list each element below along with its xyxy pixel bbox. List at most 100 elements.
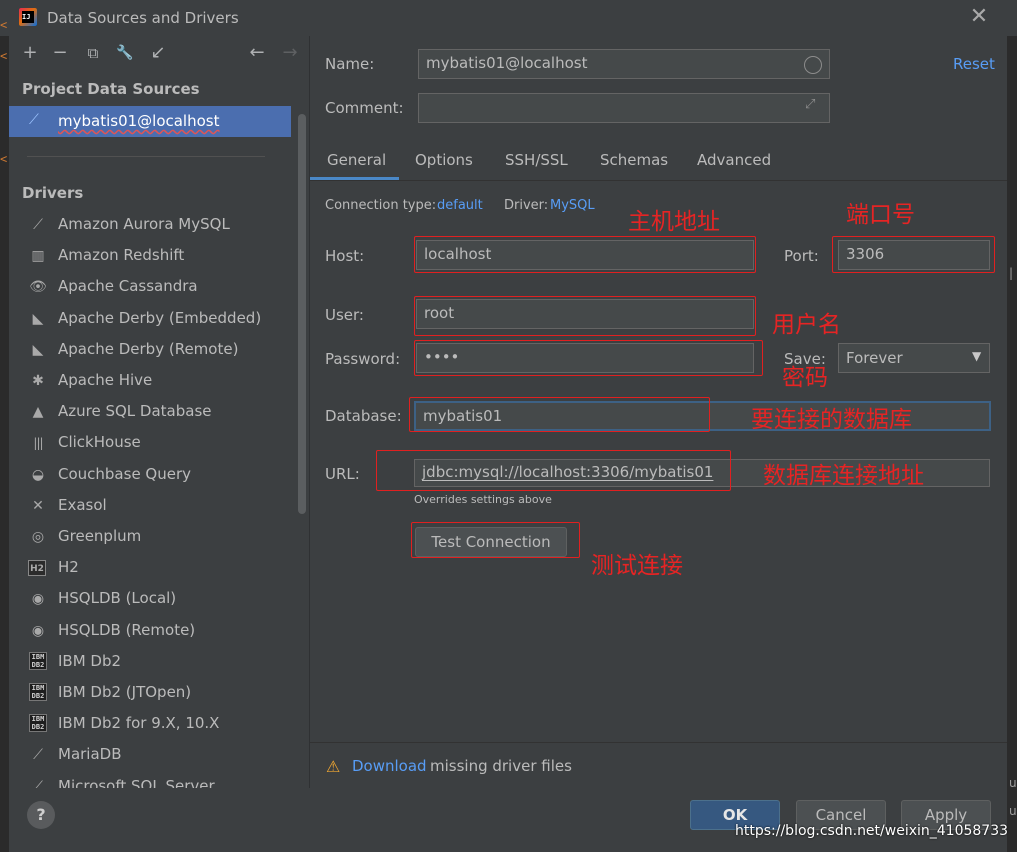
data-source-label: mybatis01@localhost (58, 112, 220, 130)
annotation-box-database (409, 397, 710, 432)
close-icon[interactable]: ✕ (968, 6, 990, 28)
driver-item[interactable]: ⟋ Amazon Aurora MySQL (9, 210, 299, 241)
mssql-icon: ⟋ (33, 778, 43, 788)
comment-field[interactable] (418, 93, 830, 123)
icon-glyph: IBM DB2 (29, 651, 47, 670)
annotation-password: 密码 (782, 365, 828, 391)
driver-label: IBM Db2 for 9.X, 10.X (58, 714, 220, 733)
tab-general[interactable]: General (327, 151, 386, 169)
active-tab-indicator (310, 177, 399, 180)
data-source-item[interactable]: ⟋ mybatis01@localhost (9, 106, 291, 137)
annotation-test: 测试连接 (591, 553, 683, 579)
wrench-icon[interactable]: 🔧 (114, 42, 136, 64)
driver-item[interactable]: ✱ Apache Hive (9, 366, 299, 397)
import-icon[interactable]: ↙ (147, 42, 169, 64)
driver-label: Microsoft SQL Server (58, 776, 215, 788)
driver-item[interactable]: IBM DB2 IBM Db2 (JTOpen) (9, 678, 299, 709)
save-select[interactable]: Forever (838, 343, 990, 373)
name-field[interactable]: mybatis01@localhost (418, 49, 830, 79)
driver-item[interactable]: ⟋ Microsoft SQL Server (9, 772, 299, 788)
scrollbar-thumb[interactable] (298, 114, 306, 514)
driver-item[interactable]: ▥ Amazon Redshift (9, 241, 299, 272)
tab-schemas[interactable]: Schemas (600, 151, 668, 169)
driver-label: Exasol (58, 495, 107, 514)
password-label: Password: (325, 350, 401, 368)
hive-icon: ✱ (32, 373, 44, 389)
driver-link[interactable]: MySQL (550, 198, 595, 213)
driver-item[interactable]: ▲ Azure SQL Database (9, 397, 299, 428)
driver-label: Azure SQL Database (58, 402, 212, 421)
ibm-db2-icon: IBM DB2 (28, 651, 48, 672)
duplicate-icon[interactable]: ⧉ (82, 42, 104, 64)
watermark: https://blog.csdn.net/weixin_41058733 (735, 823, 1009, 839)
driver-item[interactable]: 👁 Apache Cassandra (9, 272, 299, 303)
driver-item[interactable]: ✕ Exasol (9, 491, 299, 522)
tab-advanced[interactable]: Advanced (697, 151, 771, 169)
driver-label: ClickHouse (58, 433, 141, 452)
annotation-host: 主机地址 (628, 209, 720, 235)
redshift-icon: ▥ (31, 248, 45, 265)
color-circle-icon[interactable] (804, 56, 822, 74)
tab-options[interactable]: Options (415, 151, 473, 169)
ibm-db2-icon: IBM DB2 (28, 683, 48, 703)
driver-item[interactable]: IBM DB2 IBM Db2 for 9.X, 10.X (9, 709, 299, 740)
user-label: User: (325, 306, 364, 324)
connection-type-label: Connection type: (325, 198, 437, 213)
data-sources-dialog: IJ Data Sources and Drivers ✕ < < < + − … (0, 0, 1017, 852)
annotation-box-url (376, 450, 731, 491)
back-arrow-icon[interactable]: ← (246, 42, 268, 64)
add-icon[interactable]: + (19, 42, 41, 64)
warning-icon: ⚠ (326, 757, 341, 776)
clickhouse-icon: ||| (33, 436, 43, 451)
icon-glyph: IBM DB2 (29, 714, 47, 733)
intellij-app-icon: IJ (19, 8, 37, 26)
port-label: Port: (784, 247, 819, 265)
database-label: Database: (325, 407, 402, 425)
download-link[interactable]: Download (352, 757, 427, 775)
driver-item[interactable]: ◒ Couchbase Query (9, 460, 299, 491)
settings-tabs: General Options SSH/SSL Schemas Advanced (310, 144, 1007, 181)
annotation-database: 要连接的数据库 (751, 407, 912, 433)
window-title: Data Sources and Drivers (47, 9, 239, 27)
driver-label: Apache Derby (Remote) (58, 339, 239, 358)
driver-label: Apache Hive (58, 371, 153, 389)
driver-label: Amazon Redshift (58, 246, 185, 265)
help-button[interactable]: ? (27, 801, 55, 829)
tab-ssh-ssl[interactable]: SSH/SSL (505, 151, 568, 169)
edge-mark: | (1009, 266, 1014, 280)
comment-label: Comment: (325, 99, 404, 117)
driver-item[interactable]: ⟋ MariaDB (9, 740, 299, 771)
driver-label: Apache Derby (Embedded) (58, 308, 262, 327)
dropdown-arrow-icon[interactable]: ▼ (972, 349, 981, 363)
reset-link[interactable]: Reset (953, 55, 995, 73)
couchbase-icon: ◒ (31, 466, 45, 483)
sources-toolbar: + − ⧉ 🔧 ↙ ← → (9, 36, 309, 72)
driver-label: IBM Db2 (58, 651, 122, 670)
expand-icon[interactable]: ⤢ (805, 97, 815, 112)
warning-text: missing driver files (430, 757, 572, 775)
forward-arrow-icon[interactable]: → (279, 42, 301, 64)
driver-item[interactable]: ◣ Apache Derby (Remote) (9, 335, 299, 366)
driver-label: HSQLDB (Remote) (58, 620, 196, 639)
driver-item[interactable]: ◉ HSQLDB (Remote) (9, 616, 299, 647)
driver-item[interactable]: ||| ClickHouse (9, 428, 299, 459)
annotation-port: 端口号 (846, 202, 915, 228)
driver-label: Couchbase Query (58, 464, 192, 483)
gutter-mark: < (0, 152, 8, 166)
driver-item[interactable]: H2 H2 (9, 553, 299, 584)
driver-label: HSQLDB (Local) (58, 589, 177, 608)
driver-label: IBM Db2 (JTOpen) (58, 683, 192, 701)
driver-item[interactable]: ◣ Apache Derby (Embedded) (9, 304, 299, 335)
h2-icon: H2 (28, 560, 46, 577)
gutter-mark: < (0, 49, 8, 63)
remove-icon[interactable]: − (49, 42, 71, 64)
driver-item[interactable]: ◎ Greenplum (9, 522, 299, 553)
hsqldb-icon: ◉ (31, 622, 45, 639)
annotation-box-port (832, 236, 995, 273)
cassandra-icon: 👁 (29, 279, 47, 296)
driver-item[interactable]: ◉ HSQLDB (Local) (9, 584, 299, 615)
driver-label: Apache Cassandra (58, 277, 198, 296)
connection-type-link[interactable]: default (437, 198, 483, 213)
dolphin-icon: ⟋ (33, 217, 43, 233)
driver-item[interactable]: IBM DB2 IBM Db2 (9, 647, 299, 678)
